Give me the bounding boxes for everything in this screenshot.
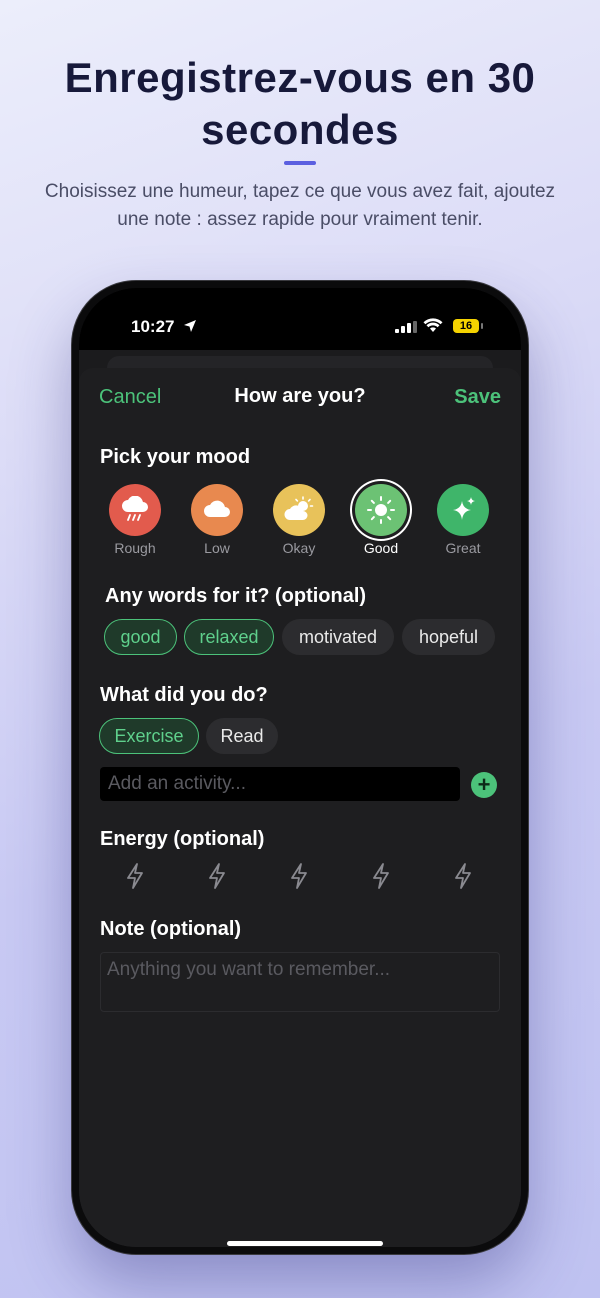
battery-indicator: 16 bbox=[453, 319, 479, 333]
word-chip-relaxed[interactable]: relaxed bbox=[184, 619, 274, 655]
mood-label: Low bbox=[204, 540, 230, 556]
energy-bolt-icon-5[interactable] bbox=[453, 862, 473, 890]
mood-label: Good bbox=[363, 540, 399, 556]
sun-icon bbox=[355, 484, 407, 536]
sun-cloud-icon bbox=[273, 484, 325, 536]
location-arrow-icon bbox=[184, 320, 196, 332]
cellular-signal-icon bbox=[395, 321, 417, 333]
mood-label: Great bbox=[445, 540, 481, 556]
activity-chip-read[interactable]: Read bbox=[206, 718, 278, 754]
save-button[interactable]: Save bbox=[454, 386, 501, 409]
rain-cloud-icon bbox=[109, 484, 161, 536]
wifi-icon bbox=[423, 318, 443, 332]
energy-bolt-icon-3[interactable] bbox=[289, 862, 309, 890]
cloud-icon bbox=[191, 484, 243, 536]
activity-section-title: What did you do? bbox=[100, 684, 268, 706]
home-indicator[interactable] bbox=[227, 1241, 383, 1246]
mood-option-good[interactable]: Good bbox=[346, 484, 416, 556]
mood-option-great[interactable]: Great bbox=[428, 484, 498, 556]
word-chip-good[interactable]: good bbox=[104, 619, 177, 655]
headline: Enregistrez-vous en 30 secondes bbox=[64, 54, 536, 153]
headline-underline bbox=[284, 161, 316, 165]
phone-frame: 10:27 16 Cancel How are you? Save Pick y… bbox=[72, 281, 528, 1254]
mood-label: Rough bbox=[114, 540, 156, 556]
add-activity-button[interactable]: + bbox=[471, 772, 497, 798]
words-section-title: Any words for it? (optional) bbox=[105, 585, 367, 607]
mood-label: Okay bbox=[282, 540, 316, 556]
word-chip-hopeful[interactable]: hopeful bbox=[402, 619, 495, 655]
mood-option-low[interactable]: Low bbox=[182, 484, 252, 556]
sparkles-icon bbox=[437, 484, 489, 536]
energy-bolt-icon-1[interactable] bbox=[125, 862, 145, 890]
energy-section-title: Energy (optional) bbox=[100, 828, 265, 850]
mood-section-title: Pick your mood bbox=[100, 446, 251, 468]
energy-bolt-icon-2[interactable] bbox=[207, 862, 227, 890]
note-textarea[interactable] bbox=[100, 952, 500, 1012]
add-activity-input[interactable] bbox=[100, 767, 460, 801]
subtitle: Choisissez une humeur, tapez ce que vous… bbox=[44, 181, 556, 230]
status-time: 10:27 bbox=[131, 317, 175, 336]
energy-bolt-icon-4[interactable] bbox=[371, 862, 391, 890]
word-chip-motivated[interactable]: motivated bbox=[282, 619, 394, 655]
note-section-title: Note (optional) bbox=[100, 918, 242, 940]
mood-option-rough[interactable]: Rough bbox=[100, 484, 170, 556]
battery-tip bbox=[481, 323, 483, 329]
activity-chip-exercise[interactable]: Exercise bbox=[99, 718, 199, 754]
mood-option-okay[interactable]: Okay bbox=[264, 484, 334, 556]
status-bar: 10:27 16 bbox=[79, 288, 521, 350]
